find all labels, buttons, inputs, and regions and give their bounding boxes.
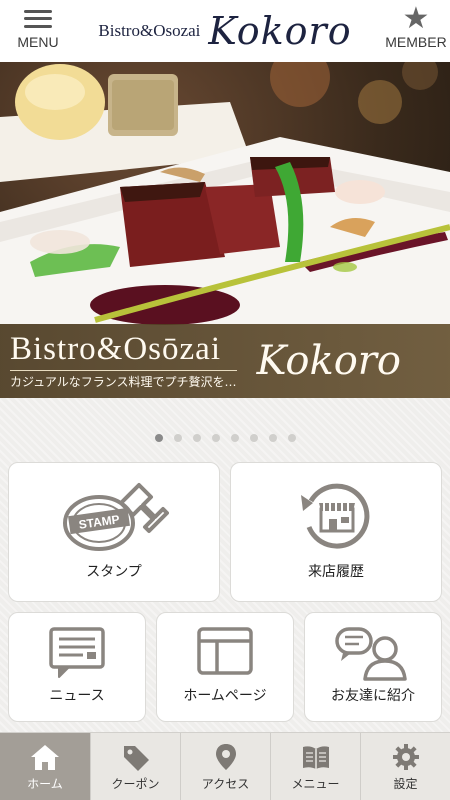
refer-friend-icon — [335, 627, 407, 681]
hero-banner: Bistro&Osōzai カジュアルなフランス料理でプチ贅沢を… Kokoro — [0, 324, 450, 398]
stamp-label: スタンプ — [86, 564, 142, 580]
bottom-nav: ホーム クーポン アクセス メニュー 設定 — [0, 732, 450, 800]
nav-menu[interactable]: メニュー — [270, 733, 360, 800]
carousel-dot[interactable] — [192, 434, 201, 442]
homepage-tile[interactable]: ホームページ — [156, 612, 294, 722]
homepage-icon — [197, 627, 253, 675]
visit-history-tile[interactable]: 来店履歴 — [230, 462, 442, 602]
star-icon: ★ — [402, 1, 430, 36]
nav-coupon[interactable]: クーポン — [90, 733, 180, 800]
menu-label: MENU — [17, 34, 59, 50]
logo-text-small: Bistro&Osozai — [98, 21, 201, 40]
refer-friend-label: お友達に紹介 — [331, 688, 415, 704]
visit-history-icon — [301, 483, 370, 549]
banner-title: Bistro&Osōzai — [10, 331, 221, 367]
nav-menu-label: メニュー — [291, 776, 340, 791]
header-logo: Bistro&Osozai Kokoro — [98, 6, 352, 56]
carousel-dot[interactable] — [249, 434, 258, 442]
home-icon — [31, 744, 59, 770]
hero-slider[interactable]: Bistro&Osōzai カジュアルなフランス料理でプチ贅沢を… Kokoro — [0, 62, 450, 398]
banner-script-logo: Kokoro — [256, 338, 401, 384]
carousel-dot[interactable] — [287, 434, 296, 442]
nav-home-label: ホーム — [27, 776, 63, 791]
gear-icon — [392, 743, 419, 770]
nav-settings-label: 設定 — [393, 776, 418, 791]
banner-tagline: カジュアルなフランス料理でプチ贅沢を… — [10, 370, 237, 390]
nav-settings[interactable]: 設定 — [360, 733, 450, 800]
map-pin-icon — [215, 743, 236, 770]
logo-text-script: Kokoro — [208, 9, 352, 53]
member-button[interactable]: ★ MEMBER — [384, 1, 448, 58]
news-label: ニュース — [49, 688, 105, 704]
carousel-dot[interactable] — [173, 434, 182, 442]
carousel-dot[interactable] — [211, 434, 220, 442]
book-icon — [302, 745, 329, 769]
nav-access-label: アクセス — [201, 776, 250, 791]
carousel-dot[interactable] — [154, 434, 163, 442]
visit-history-label: 来店履歴 — [308, 564, 364, 580]
homepage-label: ホームページ — [183, 688, 267, 704]
nav-home[interactable]: ホーム — [0, 733, 90, 800]
hamburger-icon — [24, 6, 52, 32]
news-icon — [49, 627, 105, 678]
member-label: MEMBER — [385, 34, 447, 50]
stamp-icon: STAMP — [63, 483, 169, 551]
carousel-dot[interactable] — [268, 434, 277, 442]
coupon-tag-icon — [123, 745, 149, 771]
carousel-dot[interactable] — [230, 434, 239, 442]
refer-friend-tile[interactable]: お友達に紹介 — [304, 612, 442, 722]
app-header: MENU Bistro&Osozai Kokoro ★ MEMBER — [0, 0, 450, 62]
nav-access[interactable]: アクセス — [180, 733, 270, 800]
news-tile[interactable]: ニュース — [8, 612, 146, 722]
carousel-dots — [0, 434, 450, 442]
stamp-tile[interactable]: STAMP スタンプ — [8, 462, 220, 602]
nav-coupon-label: クーポン — [111, 776, 160, 791]
menu-button[interactable]: MENU — [6, 6, 70, 58]
